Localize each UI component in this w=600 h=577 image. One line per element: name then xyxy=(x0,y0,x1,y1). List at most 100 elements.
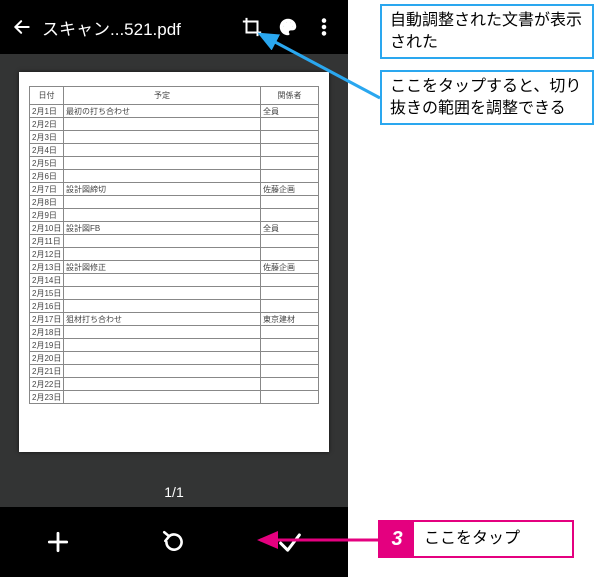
cell-date: 2月17日 xyxy=(30,313,64,326)
preview-area: 日付 予定 関係者 2月1日最初の打ち合わせ全員2月2日2月3日2月4日2月5日… xyxy=(0,54,348,507)
overflow-menu-button[interactable] xyxy=(308,11,340,43)
cell-plan xyxy=(64,157,261,170)
table-row: 2月12日 xyxy=(30,248,319,261)
cell-plan: 最初の打ち合わせ xyxy=(64,105,261,118)
cell-rel: 全員 xyxy=(261,222,319,235)
palette-button[interactable] xyxy=(272,11,304,43)
cell-date: 2月2日 xyxy=(30,118,64,131)
table-row: 2月2日 xyxy=(30,118,319,131)
cell-rel xyxy=(261,339,319,352)
retake-button[interactable] xyxy=(150,518,198,566)
col-plan: 予定 xyxy=(64,87,261,105)
confirm-button[interactable] xyxy=(266,518,314,566)
table-row: 2月23日 xyxy=(30,391,319,404)
cell-plan xyxy=(64,391,261,404)
cell-plan xyxy=(64,274,261,287)
annotation-3: 3 ここをタップ xyxy=(378,520,574,558)
cell-plan: 設計図修正 xyxy=(64,261,261,274)
cell-date: 2月9日 xyxy=(30,209,64,222)
cell-date: 2月15日 xyxy=(30,287,64,300)
annotation-3-text: ここをタップ xyxy=(414,528,530,550)
table-row: 2月10日設計図FB全員 xyxy=(30,222,319,235)
cell-date: 2月22日 xyxy=(30,378,64,391)
cell-date: 2月18日 xyxy=(30,326,64,339)
cell-plan xyxy=(64,170,261,183)
cell-plan xyxy=(64,326,261,339)
cell-date: 2月11日 xyxy=(30,235,64,248)
table-row: 2月11日 xyxy=(30,235,319,248)
cell-rel xyxy=(261,209,319,222)
cell-rel xyxy=(261,144,319,157)
table-row: 2月19日 xyxy=(30,339,319,352)
table-row: 2月3日 xyxy=(30,131,319,144)
cell-rel xyxy=(261,378,319,391)
back-button[interactable] xyxy=(8,13,36,41)
cell-date: 2月1日 xyxy=(30,105,64,118)
cell-plan xyxy=(64,287,261,300)
schedule-table: 日付 予定 関係者 2月1日最初の打ち合わせ全員2月2日2月3日2月4日2月5日… xyxy=(29,86,319,404)
cell-plan xyxy=(64,235,261,248)
stage: スキャン...521.pdf xyxy=(0,0,600,577)
cell-plan: 設計図締切 xyxy=(64,183,261,196)
cell-date: 2月13日 xyxy=(30,261,64,274)
crop-button[interactable] xyxy=(236,11,268,43)
cell-plan xyxy=(64,196,261,209)
table-row: 2月8日 xyxy=(30,196,319,209)
cell-rel: 佐藤企画 xyxy=(261,261,319,274)
scanned-document: 日付 予定 関係者 2月1日最初の打ち合わせ全員2月2日2月3日2月4日2月5日… xyxy=(19,72,329,452)
cell-rel xyxy=(261,118,319,131)
cell-plan xyxy=(64,209,261,222)
table-row: 2月4日 xyxy=(30,144,319,157)
cell-date: 2月23日 xyxy=(30,391,64,404)
table-row: 2月18日 xyxy=(30,326,319,339)
cell-date: 2月7日 xyxy=(30,183,64,196)
table-row: 2月22日 xyxy=(30,378,319,391)
table-row: 2月9日 xyxy=(30,209,319,222)
cell-plan xyxy=(64,144,261,157)
annotation-2: ここをタップすると、切り抜きの範囲を調整できる xyxy=(380,70,594,125)
cell-plan xyxy=(64,378,261,391)
document-title: スキャン...521.pdf xyxy=(42,15,181,40)
cell-plan xyxy=(64,352,261,365)
cell-plan xyxy=(64,300,261,313)
cell-date: 2月12日 xyxy=(30,248,64,261)
cell-rel xyxy=(261,391,319,404)
cell-date: 2月5日 xyxy=(30,157,64,170)
table-row: 2月17日狙材打ち合わせ東京建材 xyxy=(30,313,319,326)
col-rel: 関係者 xyxy=(261,87,319,105)
cell-rel xyxy=(261,157,319,170)
table-row: 2月20日 xyxy=(30,352,319,365)
col-date: 日付 xyxy=(30,87,64,105)
cell-plan xyxy=(64,339,261,352)
bottom-bar xyxy=(0,507,348,577)
cell-rel xyxy=(261,196,319,209)
cell-date: 2月21日 xyxy=(30,365,64,378)
cell-rel xyxy=(261,170,319,183)
cell-date: 2月4日 xyxy=(30,144,64,157)
cell-rel xyxy=(261,365,319,378)
add-page-button[interactable] xyxy=(34,518,82,566)
cell-rel: 佐藤企画 xyxy=(261,183,319,196)
cell-rel xyxy=(261,287,319,300)
cell-date: 2月14日 xyxy=(30,274,64,287)
cell-rel xyxy=(261,326,319,339)
table-row: 2月1日最初の打ち合わせ全員 xyxy=(30,105,319,118)
cell-date: 2月20日 xyxy=(30,352,64,365)
table-row: 2月21日 xyxy=(30,365,319,378)
cell-rel: 全員 xyxy=(261,105,319,118)
table-row: 2月5日 xyxy=(30,157,319,170)
cell-date: 2月3日 xyxy=(30,131,64,144)
cell-date: 2月10日 xyxy=(30,222,64,235)
cell-plan: 狙材打ち合わせ xyxy=(64,313,261,326)
cell-rel: 東京建材 xyxy=(261,313,319,326)
cell-plan xyxy=(64,118,261,131)
annotation-3-number: 3 xyxy=(380,522,414,556)
table-row: 2月6日 xyxy=(30,170,319,183)
cell-date: 2月6日 xyxy=(30,170,64,183)
cell-date: 2月8日 xyxy=(30,196,64,209)
cell-date: 2月16日 xyxy=(30,300,64,313)
page-indicator: 1/1 xyxy=(164,484,183,500)
cell-rel xyxy=(261,248,319,261)
app-screen: スキャン...521.pdf xyxy=(0,0,348,577)
table-row: 2月7日設計図締切佐藤企画 xyxy=(30,183,319,196)
